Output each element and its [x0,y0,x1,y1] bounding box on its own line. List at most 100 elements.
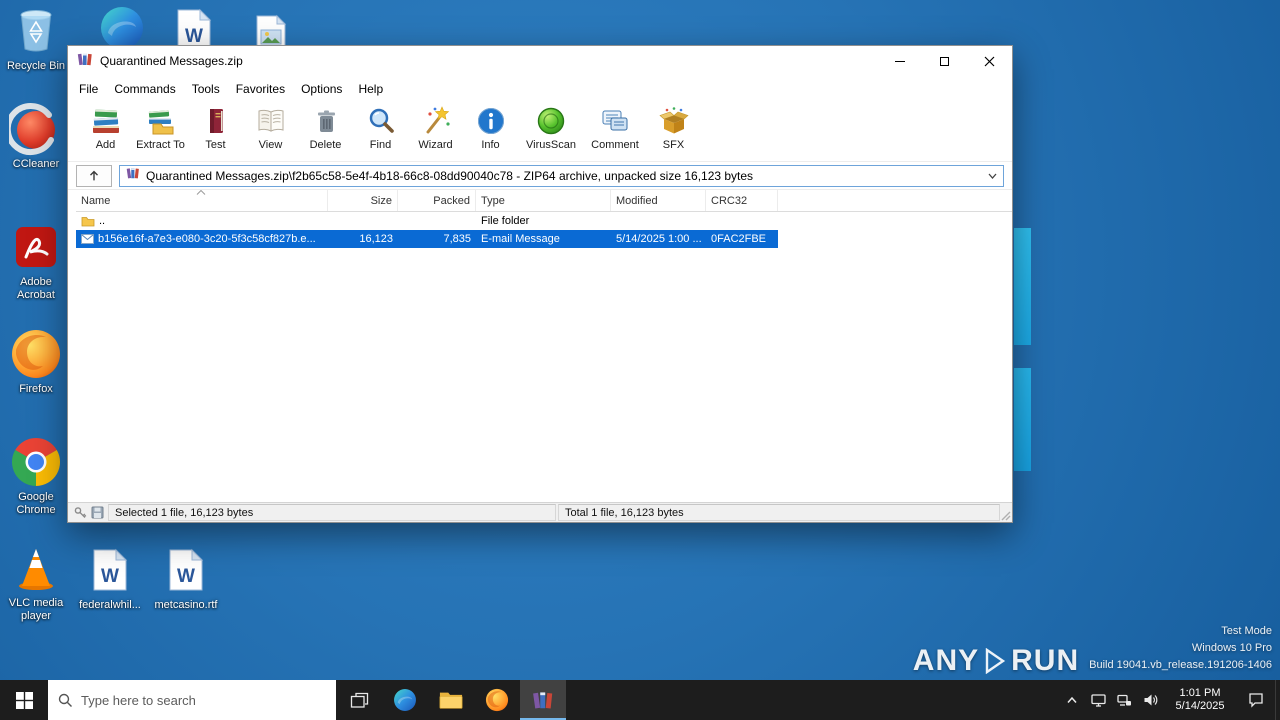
info-button[interactable]: Info [463,105,518,161]
close-button[interactable] [967,46,1012,76]
menu-bar: File Commands Tools Favorites Options He… [68,76,1012,101]
winrar-app-icon [77,51,93,72]
view-icon [255,105,287,137]
desktop-icon-recycle-bin[interactable]: Recycle Bin [0,5,72,73]
virusscan-button[interactable]: VirusScan [518,105,584,161]
menu-options[interactable]: Options [293,79,350,99]
column-header-modified[interactable]: Modified [611,190,706,211]
svg-text:W: W [177,566,195,587]
tray-network-button[interactable] [1111,680,1137,720]
search-input[interactable] [81,692,326,708]
svg-text:W: W [185,26,203,47]
column-headers: Name Size Packed Type Modified CRC32 [76,190,1012,212]
wallpaper-light-beam [1014,228,1031,345]
menu-commands[interactable]: Commands [106,79,183,99]
system-tray: 1:01 PM 5/14/2025 [1059,680,1280,720]
taskbar-search[interactable] [48,680,336,720]
table-row-parent-folder[interactable]: .. File folder [76,212,778,230]
windows-logo-icon [15,691,33,709]
menu-tools[interactable]: Tools [184,79,228,99]
network-icon [1116,694,1131,706]
test-icon [200,105,232,137]
cell-crc32: 0FAC2FBE [711,233,767,245]
chevron-up-icon [1067,696,1077,703]
action-center-button[interactable] [1237,680,1275,720]
winrar-archive-icon [126,166,140,185]
anyrun-logo-run: RUN [1011,644,1080,677]
menu-help[interactable]: Help [350,79,391,99]
ccleaner-icon [9,103,63,156]
test-button[interactable]: Test [188,105,243,161]
maximize-button[interactable] [922,46,967,76]
show-desktop-button[interactable] [1275,680,1280,720]
up-one-level-button[interactable] [76,164,112,187]
anyrun-logo: ANY RUN [912,644,1080,677]
start-button[interactable] [0,680,48,720]
column-header-packed[interactable]: Packed [398,190,476,211]
column-header-size[interactable]: Size [328,190,398,211]
archive-path-text: Quarantined Messages.zip\f2b65c58-5e4f-4… [146,168,754,183]
folder-icon [81,217,95,227]
watermark-build: Build 19041.vb_release.191206-1406 [1089,658,1272,671]
cell-crc32 [706,212,778,230]
delete-button[interactable]: Delete [298,105,353,161]
minimize-icon [894,60,905,62]
desktop-icon-label: Recycle Bin [6,60,66,72]
archive-path-combobox[interactable]: Quarantined Messages.zip\f2b65c58-5e4f-4… [119,164,1004,187]
edge-icon [394,689,416,711]
sfx-button[interactable]: SFX [646,105,701,161]
taskbar-clock[interactable]: 1:01 PM 5/14/2025 [1163,680,1237,720]
file-list[interactable]: .. File folder b156e16f-a7e3-e080-3c20-5… [68,212,1012,502]
desktop-icon-firefox[interactable]: Firefox [0,328,72,396]
word-doc-icon: W [92,544,128,596]
menu-file[interactable]: File [71,79,106,99]
cell-type: E-mail Message [481,233,560,245]
task-view-button[interactable] [336,680,382,720]
view-button[interactable]: View [243,105,298,161]
taskbar-app-firefox[interactable] [474,680,520,720]
desktop-icon-adobe-acrobat[interactable]: Adobe Acrobat [0,221,72,302]
monitor-icon [1090,693,1106,707]
status-selected: Selected 1 file, 16,123 bytes [108,504,556,521]
find-button[interactable]: Find [353,105,408,161]
desktop: Recycle Bin CCleaner Adobe Acrobat Firef… [0,0,1280,720]
desktop-icon-ccleaner[interactable]: CCleaner [0,103,72,171]
firefox-icon [485,688,509,712]
cell-name: .. [99,215,106,227]
add-button[interactable]: Add [78,105,133,161]
cell-size: 16,123 [359,233,393,245]
taskbar-app-file-explorer[interactable] [428,680,474,720]
column-header-type[interactable]: Type [476,190,611,211]
virusscan-icon [535,105,567,137]
minimize-button[interactable] [877,46,922,76]
menu-favorites[interactable]: Favorites [228,79,293,99]
anyrun-play-icon [985,647,1006,674]
extract-to-button[interactable]: Extract To [133,105,188,161]
watermark-os: Windows 10 Pro [1191,641,1272,654]
desktop-icon-vlc[interactable]: VLC media player [0,542,72,623]
window-title: Quarantined Messages.zip [100,54,243,68]
toolbar: Add Extract To Test View Delete Find Wiz… [68,101,1012,162]
comment-button[interactable]: Comment [584,105,646,161]
cell-type: File folder [481,215,530,227]
wizard-button[interactable]: Wizard [408,105,463,161]
desktop-icon-federalwhil[interactable]: W federalwhil... [74,544,146,612]
firefox-icon [10,328,62,380]
desktop-icon-google-chrome[interactable]: Google Chrome [0,436,72,517]
taskbar-app-edge[interactable] [382,680,428,720]
tray-chevron-button[interactable] [1059,680,1085,720]
tray-volume-button[interactable] [1137,680,1163,720]
wallpaper-light-beam [1014,368,1031,471]
up-arrow-icon [90,170,98,180]
taskbar: 1:01 PM 5/14/2025 [0,680,1280,720]
tray-display-button[interactable] [1085,680,1111,720]
table-row-selected-file[interactable]: b156e16f-a7e3-e080-3c20-5f3c58cf827b.e..… [76,230,778,248]
delete-icon [310,105,342,137]
desktop-icon-metcasino[interactable]: W metcasino.rtf [150,544,222,612]
column-header-crc32[interactable]: CRC32 [706,190,778,211]
taskbar-app-winrar[interactable] [520,680,566,720]
address-bar: Quarantined Messages.zip\f2b65c58-5e4f-4… [68,162,1012,190]
anyrun-logo-any: ANY [912,644,980,677]
title-bar[interactable]: Quarantined Messages.zip [68,46,1012,76]
resize-grip[interactable] [1000,510,1011,521]
